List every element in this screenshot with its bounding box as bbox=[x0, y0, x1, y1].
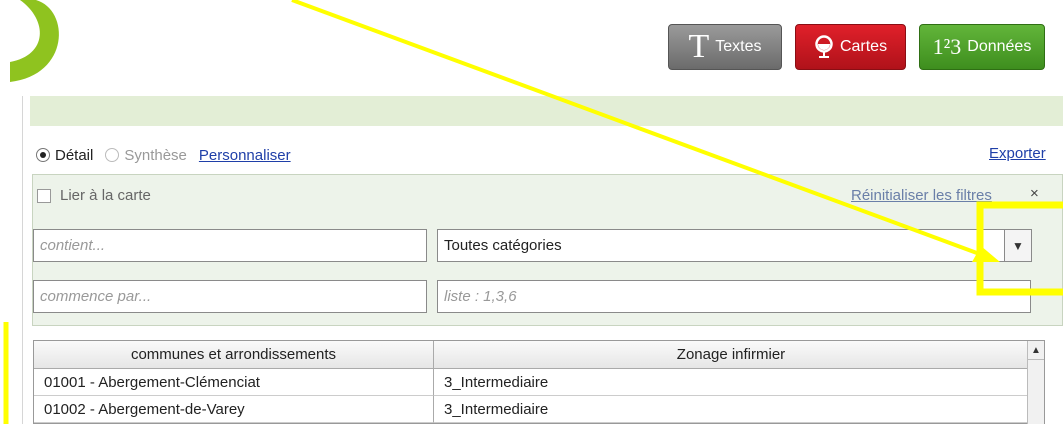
detail-radio[interactable] bbox=[36, 148, 50, 162]
lier-carte-label[interactable]: Lier à la carte bbox=[60, 187, 151, 204]
scroll-up-icon[interactable]: ▲ bbox=[1028, 341, 1044, 360]
map-pin-icon bbox=[815, 35, 833, 58]
textes-icon: T bbox=[688, 28, 710, 65]
detail-label[interactable]: Détail bbox=[55, 147, 93, 164]
left-divider bbox=[22, 96, 23, 424]
table-cell[interactable]: 01001 - Abergement-Clémenciat bbox=[34, 369, 434, 396]
donnees-label: Données bbox=[967, 38, 1032, 55]
liste-input[interactable]: liste : 1,3,6 bbox=[437, 280, 1031, 313]
data-table: communes et arrondissements Zonage infir… bbox=[33, 340, 1045, 424]
table-scrollbar[interactable]: ▲ bbox=[1027, 341, 1044, 424]
category-select[interactable]: Toutes catégories bbox=[437, 229, 1031, 262]
table-cell[interactable]: 01002 - Abergement-de-Varey bbox=[34, 396, 434, 423]
textes-button[interactable]: T Textes bbox=[668, 24, 782, 70]
synthese-radio[interactable] bbox=[105, 148, 120, 162]
chevron-down-icon[interactable]: ▼ bbox=[1004, 229, 1032, 262]
donnees-button[interactable]: 1²3 Données bbox=[919, 24, 1045, 70]
column-header-communes[interactable]: communes et arrondissements bbox=[34, 341, 434, 369]
contient-input[interactable]: contient... bbox=[33, 229, 427, 262]
logo bbox=[10, 0, 59, 82]
personnaliser-link[interactable]: Personnaliser bbox=[199, 147, 291, 164]
column-header-zonage[interactable]: Zonage infirmier bbox=[434, 341, 1028, 369]
numbers-icon: 1²3 bbox=[932, 34, 962, 59]
commence-input[interactable]: commence par... bbox=[33, 280, 427, 313]
table-cell[interactable]: 3_Intermediaire bbox=[434, 396, 1028, 423]
cartes-label: Cartes bbox=[839, 38, 888, 55]
synthese-label[interactable]: Synthèse bbox=[124, 147, 187, 164]
textes-label: Textes bbox=[715, 38, 762, 55]
table-cell[interactable]: 3_Intermediaire bbox=[434, 369, 1028, 396]
reinitialiser-filtres-link[interactable]: Réinitialiser les filtres bbox=[851, 187, 992, 204]
exporter-link[interactable]: Exporter bbox=[989, 145, 1046, 162]
lier-carte-checkbox[interactable] bbox=[37, 189, 51, 203]
header-band bbox=[30, 96, 1063, 126]
close-icon[interactable]: × bbox=[1030, 185, 1039, 202]
view-mode-row: Détail Synthèse Personnaliser bbox=[36, 144, 291, 166]
cartes-button[interactable]: Cartes bbox=[795, 24, 906, 70]
